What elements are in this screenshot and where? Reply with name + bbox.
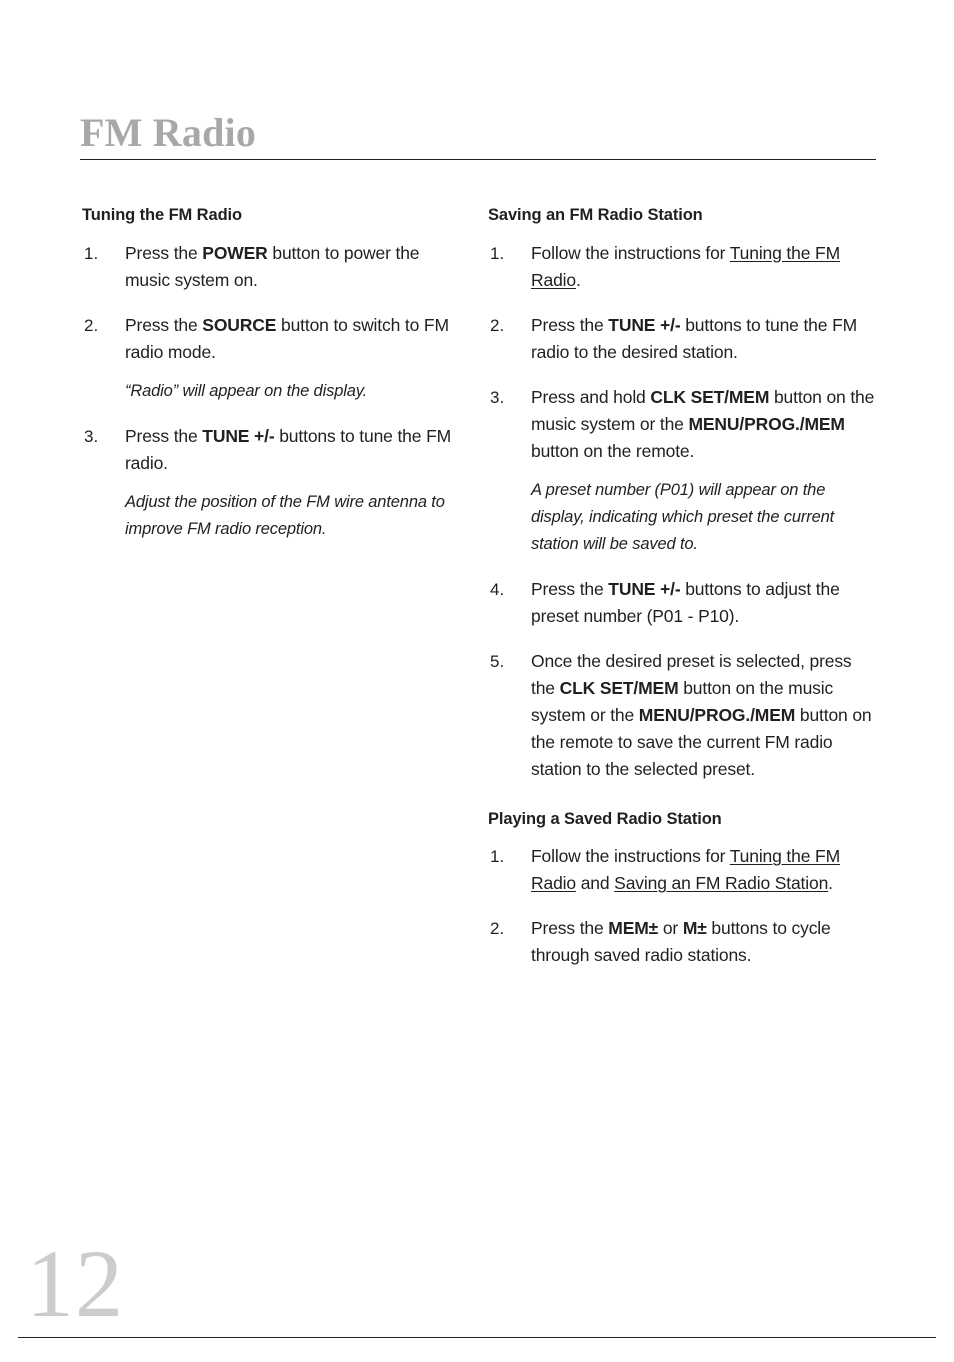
step-list-saving: 1. Follow the instructions for Tuning the…	[488, 240, 876, 783]
step-number: 3.	[490, 387, 505, 407]
right-column: Saving an FM Radio Station 1. Follow the …	[488, 205, 876, 969]
title-divider	[80, 159, 876, 160]
step-number: 2.	[490, 919, 505, 939]
step-text: Press the MEM± or M± buttons to cycle th…	[531, 915, 876, 969]
step-note: A preset number (P01) will appear on the…	[531, 480, 835, 553]
step-text: Once the desired preset is selected, pre…	[531, 648, 876, 783]
list-item: 1. Press the POWER button to power the mu…	[82, 240, 462, 294]
section-heading-saving: Saving an FM Radio Station	[488, 206, 703, 224]
step-text: Press and hold CLK SET/MEM button on the…	[531, 384, 876, 465]
step-text-run: Press the	[531, 578, 609, 599]
footer-divider	[18, 1337, 936, 1338]
button-name-emphasis: POWER	[202, 242, 268, 263]
step-text-run: or	[658, 918, 683, 939]
list-item: 3. Press the TUNE +/- buttons to tune the…	[82, 423, 462, 543]
step-text-run: Press the	[125, 425, 203, 446]
button-name-emphasis: CLK SET/MEM	[650, 386, 770, 407]
step-text-run: Press the	[531, 918, 609, 939]
step-number: 4.	[490, 579, 505, 599]
step-text: Press the TUNE +/- buttons to adjust the…	[531, 576, 876, 630]
step-number: 1.	[490, 243, 505, 263]
step-number: 2.	[490, 315, 505, 335]
button-name-emphasis: SOURCE	[202, 314, 277, 335]
step-text: Press the TUNE +/- buttons to tune the F…	[125, 423, 462, 477]
button-name-emphasis: TUNE +/-	[608, 578, 681, 599]
list-item: 4. Press the TUNE +/- buttons to adjust t…	[488, 576, 876, 630]
page-number: 12	[26, 1230, 124, 1337]
step-text-run: button on the remote.	[531, 440, 695, 461]
section-heading-playing: Playing a Saved Radio Station	[488, 809, 722, 828]
step-number: 1.	[490, 847, 505, 867]
step-text-run: .	[828, 873, 833, 894]
list-item: 2. Press the TUNE +/- buttons to tune the…	[488, 312, 876, 366]
step-text-run: and	[575, 873, 615, 894]
step-text-run: Press the	[531, 314, 609, 335]
step-note: “Radio” will appear on the display.	[125, 381, 368, 400]
button-name-emphasis: TUNE +/-	[202, 425, 275, 446]
button-name-emphasis: TUNE +/-	[608, 314, 681, 335]
button-name-emphasis: CLK SET/MEM	[559, 677, 679, 698]
list-item: 3. Press and hold CLK SET/MEM button on t…	[488, 384, 876, 558]
step-text: Follow the instructions for Tuning the F…	[531, 240, 876, 294]
page-title: FM Radio	[80, 110, 257, 155]
cross-reference-link[interactable]: Saving an FM Radio Station	[614, 873, 828, 893]
step-text-run: Press the	[125, 314, 203, 335]
button-name-emphasis: MENU/PROG./MEM	[638, 704, 796, 725]
step-number: 1.	[84, 243, 99, 263]
button-name-emphasis: MENU/PROG./MEM	[688, 413, 845, 434]
step-text-run: Press and hold	[531, 386, 651, 407]
step-text: Press the SOURCE button to switch to FM …	[125, 312, 462, 366]
list-item: 2. Press the SOURCE button to switch to F…	[82, 312, 462, 405]
document-page: FM Radio Tuning the FM Radio 1. Press the…	[0, 0, 954, 1362]
step-text-run: Follow the instructions for	[531, 242, 730, 263]
left-column: Tuning the FM Radio 1. Press the POWER bu…	[82, 205, 462, 543]
step-text-run: Press the	[125, 242, 203, 263]
section-heading-tuning: Tuning the FM Radio	[82, 206, 243, 224]
step-list-tuning: 1. Press the POWER button to power the mu…	[82, 240, 462, 543]
step-list-playing: 1. Follow the instructions for Tuning the…	[488, 843, 876, 969]
list-item: 2. Press the MEM± or M± buttons to cycle …	[488, 915, 876, 969]
list-item: 1. Follow the instructions for Tuning the…	[488, 240, 876, 294]
step-text: Press the TUNE +/- buttons to tune the F…	[531, 312, 876, 366]
step-number: 2.	[84, 315, 99, 335]
step-text-run: .	[575, 269, 581, 290]
step-note: Adjust the position of the FM wire anten…	[125, 492, 445, 538]
step-text-run: Follow the instructions for	[531, 846, 730, 867]
step-text: Press the POWER button to power the musi…	[125, 240, 462, 294]
list-item: 5. Once the desired preset is selected, p…	[488, 648, 876, 783]
step-number: 3.	[84, 426, 99, 446]
list-item: 1. Follow the instructions for Tuning the…	[488, 843, 876, 897]
step-text: Follow the instructions for Tuning the F…	[531, 843, 876, 897]
button-name-emphasis: MEM±	[608, 918, 659, 939]
step-number: 5.	[490, 651, 505, 671]
button-name-emphasis: M±	[682, 918, 707, 939]
